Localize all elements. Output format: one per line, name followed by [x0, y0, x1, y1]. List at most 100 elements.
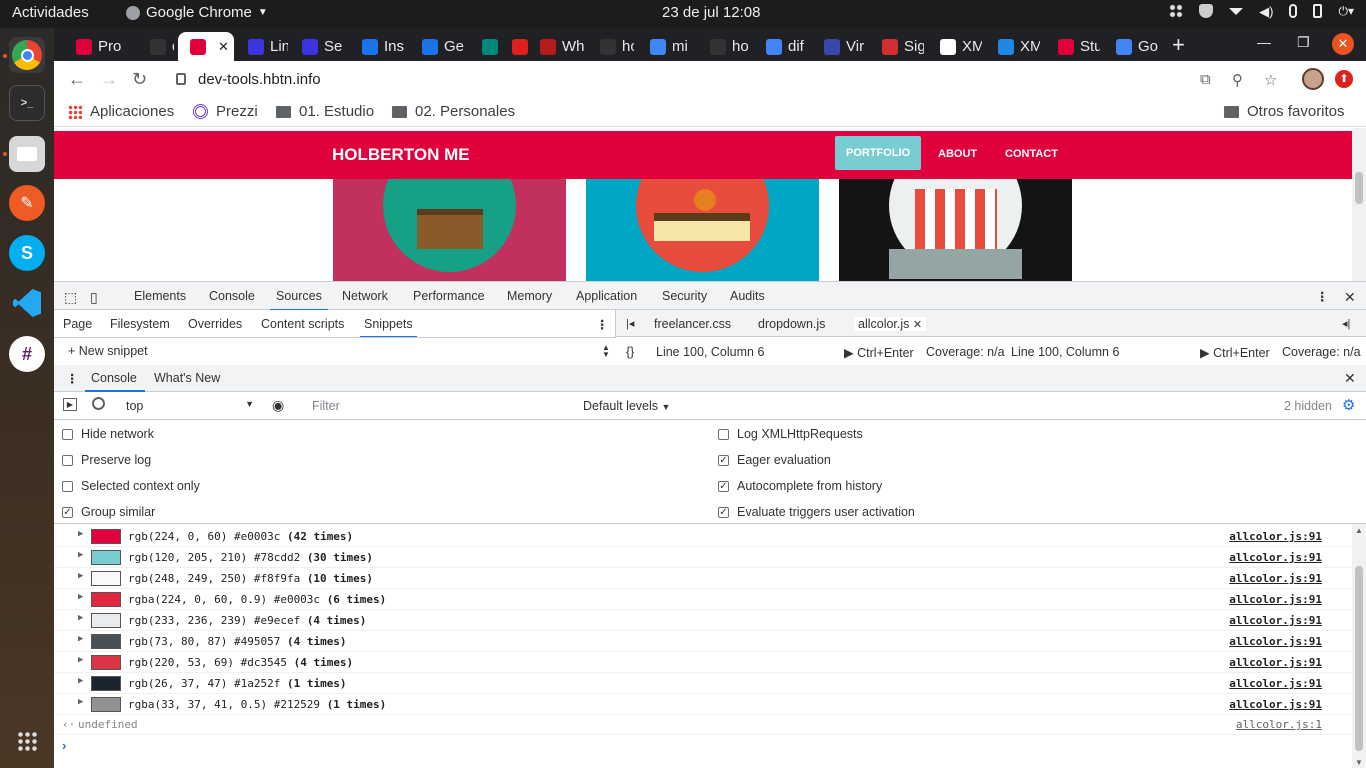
setting-checkbox[interactable]: Log XMLHttpRequests — [718, 427, 863, 441]
console-log-row[interactable]: ▶ rgb(224, 0, 60) #e0003c (42 times) allco… — [54, 526, 1352, 547]
clock[interactable]: 23 de jul 12:08 — [662, 4, 760, 21]
gear-icon[interactable]: ⚙ — [1342, 396, 1355, 414]
browser-tab[interactable]: Lin — [236, 32, 288, 61]
live-expression-eye-icon[interactable]: ◉ — [272, 397, 284, 414]
app-menu[interactable]: Google Chrome ▼ — [126, 4, 268, 21]
slack-icon[interactable]: # — [9, 336, 45, 372]
show-sidebar-icon[interactable]: ▶ — [63, 398, 77, 411]
expand-arrow-icon[interactable]: ▶ — [78, 550, 83, 560]
expand-arrow-icon[interactable]: ▶ — [78, 613, 83, 623]
tab-application[interactable]: Application — [576, 289, 637, 303]
inspect-element-icon[interactable]: ⬚ — [64, 289, 77, 306]
editor-tab-freelancer-css[interactable]: freelancer.css — [654, 317, 731, 331]
toggle-navigator-icon[interactable]: |◂ — [626, 317, 634, 330]
log-source-link[interactable]: allcolor.js:91 — [1229, 635, 1322, 648]
browser-tab[interactable]: Pro — [64, 32, 130, 61]
log-source-link[interactable]: allcolor.js:91 — [1229, 572, 1322, 585]
browser-tab[interactable]: de — [138, 32, 174, 61]
system-tray[interactable]: ◀) ⏻▾ — [1169, 4, 1354, 19]
postman-icon[interactable]: ✎ — [9, 185, 45, 221]
zoom-icon[interactable]: ⚲ — [1232, 71, 1243, 89]
tab-sources[interactable]: Sources — [270, 289, 328, 311]
setting-checkbox[interactable]: Preserve log — [62, 453, 151, 467]
scrollbar-thumb[interactable] — [1355, 172, 1363, 204]
browser-tab[interactable]: XM — [928, 32, 982, 61]
drawer-tab-whats-new[interactable]: What's New — [154, 371, 220, 385]
address-bar[interactable]: dev-tools.hbtn.info — [166, 65, 1286, 93]
drawer-tab-console[interactable]: Console — [91, 371, 137, 385]
reload-button[interactable]: ↻ — [132, 69, 147, 90]
browser-tab[interactable]: Wh — [528, 32, 584, 61]
console-log-row[interactable]: ▶ rgb(26, 37, 47) #1a252f (1 times) allcol… — [54, 673, 1352, 694]
nav-portfolio[interactable]: PORTFOLIO — [835, 136, 922, 170]
log-source-link[interactable]: allcolor.js:91 — [1229, 551, 1322, 564]
terminal-icon[interactable]: >_ — [9, 85, 45, 121]
console-log-row[interactable]: ▶ rgba(33, 37, 41, 0.5) #212529 (1 times)… — [54, 694, 1352, 715]
nav-contact[interactable]: CONTACT — [1005, 148, 1058, 160]
slack-tray-icon[interactable] — [1169, 4, 1184, 18]
apps-grid-icon[interactable] — [9, 723, 45, 759]
console-log-row[interactable]: ▶ rgb(220, 53, 69) #dc3545 (4 times) allco… — [54, 652, 1352, 673]
nav-about[interactable]: ABOUT — [938, 148, 977, 160]
browser-tab[interactable]: ho — [588, 32, 634, 61]
expand-arrow-icon[interactable]: ▶ — [78, 655, 83, 665]
expand-arrow-icon[interactable]: ▶ — [78, 529, 83, 539]
expand-arrow-icon[interactable]: ▶ — [78, 592, 83, 602]
browser-tab[interactable]: ✕ — [178, 32, 234, 61]
extension-icon[interactable]: ⬆ — [1335, 70, 1353, 88]
setting-checkbox[interactable]: ✓ Evaluate triggers user activation — [718, 505, 915, 519]
bookmark-prezzi[interactable]: Prezzi — [193, 103, 258, 120]
clear-console-icon[interactable] — [92, 397, 105, 410]
log-levels-dropdown[interactable]: Default levels ▼ — [583, 399, 670, 413]
microphone-icon[interactable] — [1289, 4, 1298, 18]
expand-arrow-icon[interactable]: ▶ — [78, 571, 83, 581]
maximize-button[interactable]: ❐ — [1297, 34, 1310, 51]
profile-avatar[interactable] — [1302, 68, 1324, 90]
vscode-icon[interactable] — [9, 285, 45, 321]
portfolio-card-cabin[interactable] — [333, 179, 566, 281]
bookmark-apps[interactable]: Aplicaciones — [68, 103, 174, 120]
scroll-down-icon[interactable]: ▼ — [1355, 758, 1363, 767]
setting-checkbox[interactable]: Selected context only — [62, 479, 200, 493]
browser-tab[interactable]: Stu — [1046, 32, 1100, 61]
setting-checkbox[interactable]: ✓ Eager evaluation — [718, 453, 831, 467]
drawer-menu-icon[interactable]: ⋮ — [66, 371, 79, 386]
tab-page[interactable]: Page — [63, 317, 92, 331]
url-text[interactable]: dev-tools.hbtn.info — [198, 71, 321, 88]
checkbox-checked-icon[interactable]: ✓ — [62, 506, 73, 518]
tab-audits[interactable]: Audits — [730, 289, 765, 303]
filter-input[interactable]: Filter — [302, 397, 574, 415]
device-toolbar-icon[interactable]: ▯ — [90, 289, 98, 306]
wifi-icon[interactable] — [1229, 7, 1244, 15]
browser-tab[interactable]: XM — [986, 32, 1040, 61]
setting-checkbox[interactable]: Hide network — [62, 427, 154, 441]
setting-checkbox[interactable]: ✓ Autocomplete from history — [718, 479, 882, 493]
site-brand[interactable]: HOLBERTON ME — [332, 145, 470, 165]
bookmark-folder-personales[interactable]: 02. Personales — [392, 103, 515, 120]
console-log-row[interactable]: ▶ rgb(73, 80, 87) #495057 (4 times) allcol… — [54, 631, 1352, 652]
portfolio-card-cake[interactable] — [586, 179, 819, 281]
bookmark-folder-others[interactable]: Otros favoritos — [1224, 103, 1345, 120]
tab-network[interactable]: Network — [342, 289, 388, 303]
browser-tab[interactable]: Vir — [812, 32, 866, 61]
browser-tab[interactable]: Ins — [350, 32, 406, 61]
editor-tab-dropdown-js[interactable]: dropdown.js — [758, 317, 825, 331]
portfolio-card-circus[interactable] — [839, 179, 1072, 281]
skype-icon[interactable]: S — [9, 235, 45, 271]
close-tab-icon[interactable]: ✕ — [218, 39, 229, 55]
page-scrollbar[interactable] — [1352, 128, 1366, 281]
tab-elements[interactable]: Elements — [134, 289, 186, 303]
setting-checkbox[interactable]: ✓ Group similar — [62, 505, 155, 519]
tab-memory[interactable]: Memory — [507, 289, 552, 303]
browser-tab[interactable]: Go — [1104, 32, 1160, 61]
context-selector[interactable]: top ▼ — [118, 397, 258, 415]
tab-content-scripts[interactable]: Content scripts — [261, 317, 344, 331]
checkbox-checked-icon[interactable]: ✓ — [718, 506, 729, 518]
browser-tab[interactable]: ho — [698, 32, 750, 61]
browser-tab[interactable]: Sig — [870, 32, 924, 61]
run-snippet-button-right[interactable]: ▶ Ctrl+Enter — [1200, 345, 1270, 360]
tab-console[interactable]: Console — [209, 289, 255, 303]
tab-performance[interactable]: Performance — [413, 289, 485, 303]
chrome-icon[interactable] — [9, 37, 45, 73]
bookmark-folder-estudio[interactable]: 01. Estudio — [276, 103, 374, 120]
